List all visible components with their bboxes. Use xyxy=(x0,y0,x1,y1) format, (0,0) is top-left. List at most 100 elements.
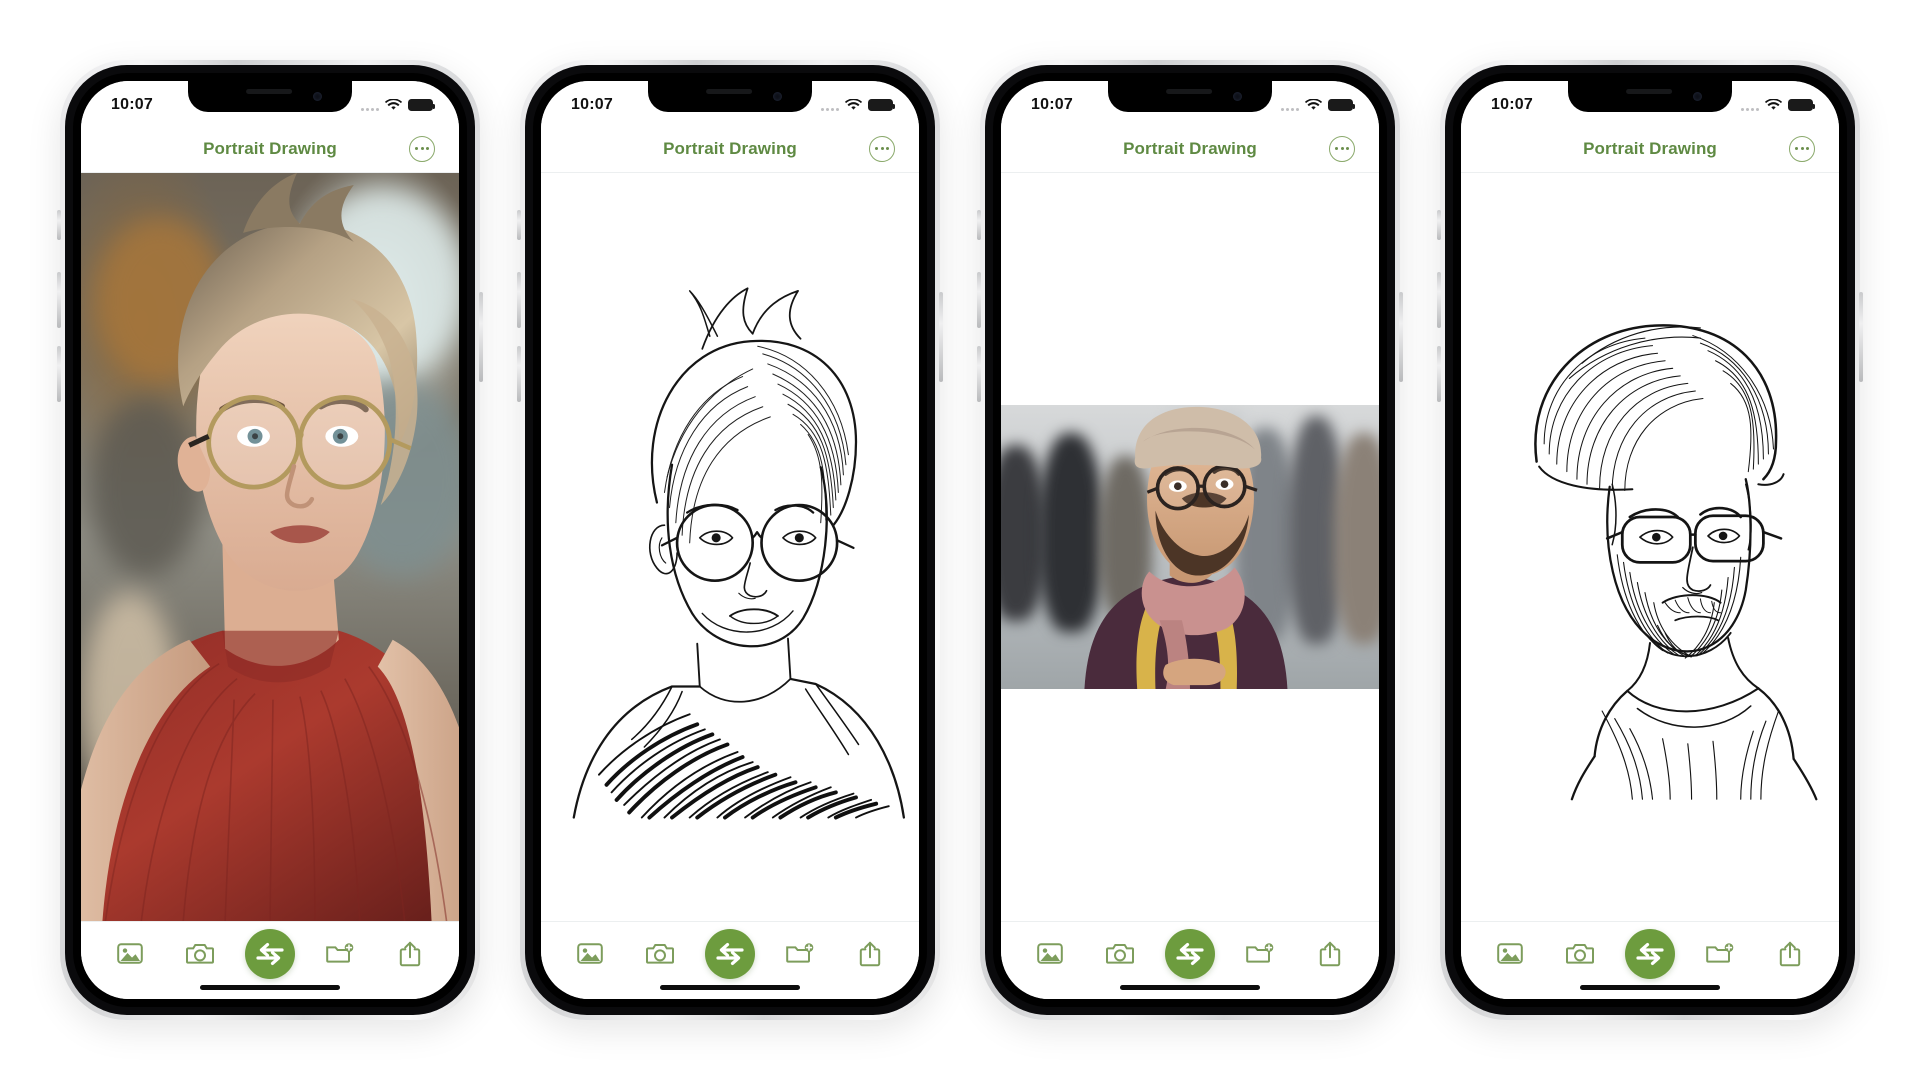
more-options-button[interactable] xyxy=(1789,135,1815,162)
convert-button[interactable] xyxy=(1625,928,1675,979)
page-title: Portrait Drawing xyxy=(1583,138,1717,158)
image-canvas[interactable] xyxy=(541,173,919,921)
front-camera xyxy=(313,92,322,101)
source-photo-man[interactable] xyxy=(1001,404,1379,690)
man-street-illustration xyxy=(1084,406,1288,690)
cellular-signal-icon xyxy=(1281,100,1299,111)
power-button[interactable] xyxy=(479,292,483,382)
device-frame-4: 10:07 Portrait Drawing xyxy=(1437,60,1863,1020)
convert-button-circle[interactable] xyxy=(245,928,295,979)
home-indicator[interactable] xyxy=(1120,985,1260,990)
convert-button[interactable] xyxy=(245,928,295,979)
volume-down-button[interactable] xyxy=(517,346,521,402)
mute-switch[interactable] xyxy=(57,210,61,240)
volume-down-button[interactable] xyxy=(1437,346,1441,402)
share-button[interactable] xyxy=(845,931,895,977)
sketch-result-woman[interactable] xyxy=(541,225,919,869)
camera-button[interactable] xyxy=(1555,931,1605,977)
sketch-result-man[interactable] xyxy=(1461,262,1839,832)
photo-library-button[interactable] xyxy=(105,931,155,977)
volume-up-button[interactable] xyxy=(57,272,61,328)
power-button[interactable] xyxy=(1399,292,1403,382)
volume-up-button[interactable] xyxy=(1437,272,1441,328)
convert-button[interactable] xyxy=(705,928,755,979)
power-button[interactable] xyxy=(939,292,943,382)
mute-switch[interactable] xyxy=(517,210,521,240)
woman-portrait-illustration xyxy=(81,173,459,921)
phone-screen-1: 10:07 Portrait Drawing xyxy=(81,81,459,999)
mute-switch[interactable] xyxy=(977,210,981,240)
wifi-icon xyxy=(1765,99,1782,110)
photo-library-button[interactable] xyxy=(565,931,615,977)
ellipsis-dot xyxy=(1334,147,1338,150)
wifi-icon xyxy=(845,99,862,110)
earpiece-speaker xyxy=(246,89,293,94)
status-bar-time: 10:07 xyxy=(1031,96,1073,113)
volume-up-button[interactable] xyxy=(977,272,981,328)
ellipsis-dot xyxy=(1340,147,1344,150)
save-to-folder-button[interactable] xyxy=(1695,931,1745,977)
camera-icon xyxy=(1566,944,1594,964)
camera-icon xyxy=(646,944,674,964)
navigation-bar: Portrait Drawing xyxy=(1461,125,1839,173)
mute-switch[interactable] xyxy=(1437,210,1441,240)
volume-up-button[interactable] xyxy=(517,272,521,328)
image-canvas[interactable] xyxy=(1001,173,1379,921)
folder-plus-icon xyxy=(786,943,814,963)
convert-button-circle[interactable] xyxy=(1165,928,1215,979)
share-button[interactable] xyxy=(385,931,435,977)
camera-icon xyxy=(186,944,214,964)
home-indicator[interactable] xyxy=(1580,985,1720,990)
more-options-button[interactable] xyxy=(1329,135,1355,162)
convert-button-circle[interactable] xyxy=(705,928,755,979)
save-to-folder-button[interactable] xyxy=(315,931,365,977)
status-bar-time: 10:07 xyxy=(1491,96,1533,113)
notch xyxy=(1568,81,1732,112)
convert-button-circle[interactable] xyxy=(1625,928,1675,979)
swap-arrows-icon xyxy=(256,942,284,965)
photo-icon xyxy=(1497,943,1523,964)
battery-full-icon xyxy=(1328,99,1355,111)
battery-full-icon xyxy=(868,99,895,111)
status-bar-indicators xyxy=(361,95,435,111)
more-options-button[interactable] xyxy=(409,135,435,162)
camera-button[interactable] xyxy=(175,931,225,977)
share-button[interactable] xyxy=(1305,931,1355,977)
status-bar-indicators xyxy=(1281,95,1355,111)
home-indicator[interactable] xyxy=(660,985,800,990)
swap-arrows-icon xyxy=(716,942,744,965)
convert-button[interactable] xyxy=(1165,928,1215,979)
ellipsis-dot xyxy=(426,147,430,150)
ellipsis-dot xyxy=(1346,147,1350,150)
image-canvas[interactable] xyxy=(1461,173,1839,921)
cellular-signal-icon xyxy=(1741,100,1759,111)
image-canvas[interactable] xyxy=(81,173,459,921)
front-camera xyxy=(1233,92,1242,101)
share-up-arrow-icon xyxy=(1319,941,1341,966)
camera-button[interactable] xyxy=(635,931,685,977)
camera-button[interactable] xyxy=(1095,931,1145,977)
volume-down-button[interactable] xyxy=(57,346,61,402)
home-indicator[interactable] xyxy=(200,985,340,990)
page-title: Portrait Drawing xyxy=(203,138,337,158)
navigation-bar: Portrait Drawing xyxy=(81,125,459,173)
volume-down-button[interactable] xyxy=(977,346,981,402)
save-to-folder-button[interactable] xyxy=(775,931,825,977)
power-button[interactable] xyxy=(1859,292,1863,382)
photo-library-button[interactable] xyxy=(1025,931,1075,977)
notch xyxy=(1108,81,1272,112)
more-options-button[interactable] xyxy=(869,135,895,162)
camera-icon xyxy=(1106,944,1134,964)
woman-sketch-illustration xyxy=(541,276,919,820)
share-button[interactable] xyxy=(1765,931,1815,977)
man-sketch-illustration xyxy=(1461,295,1839,801)
save-to-folder-button[interactable] xyxy=(1235,931,1285,977)
photo-library-button[interactable] xyxy=(1485,931,1535,977)
notch xyxy=(188,81,352,112)
folder-plus-icon xyxy=(326,943,354,963)
cellular-signal-icon xyxy=(821,100,839,111)
status-bar-indicators xyxy=(821,95,895,111)
earpiece-speaker xyxy=(706,89,753,94)
status-bar-time: 10:07 xyxy=(571,96,613,113)
source-photo-woman[interactable] xyxy=(81,173,459,921)
